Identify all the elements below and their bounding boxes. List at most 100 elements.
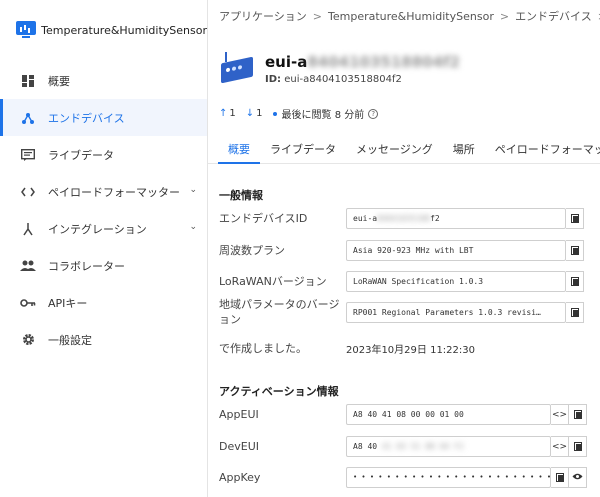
sidebar-item-live-data[interactable]: ライブデータ — [0, 136, 207, 173]
show-secret-button[interactable] — [569, 467, 587, 488]
copy-icon — [570, 307, 579, 317]
copy-icon — [570, 246, 579, 255]
downlink-count: 1 — [256, 108, 263, 119]
breadcrumb-applications[interactable]: アプリケーション — [219, 10, 307, 23]
deveui-label: DevEUI — [219, 440, 259, 453]
copy-button[interactable] — [569, 436, 587, 457]
breadcrumb: アプリケーション > Temperature&HumiditySensor > エンドデ… — [219, 8, 600, 24]
tab-overview[interactable]: 概要 — [208, 131, 260, 164]
app-logo-icon — [16, 21, 36, 39]
deveui-row: DevEUI A8 40 41 03 51 88 04 F2 <> — [219, 436, 600, 457]
end-device-id-field[interactable]: eui-a84041035188f2 — [346, 208, 566, 229]
tab-bar: 概要 ライブデータ メッセージング 場所 ペイロードフォーマッタ — [208, 131, 600, 164]
toggle-byte-order-button[interactable]: <> — [551, 436, 569, 457]
copy-icon — [573, 442, 582, 451]
uplink-count: 1 — [229, 108, 236, 119]
regional-params-label: 地域パラメータのバージョン — [219, 298, 340, 326]
sidebar-item-collaborators[interactable]: コラボレーター — [0, 247, 207, 284]
gear-icon — [20, 332, 36, 348]
status-dot — [272, 111, 277, 116]
sidebar-nav: 概要 エンドデバイス ライブデータ ペイロードフォーマッター ⌄ インテグレーシ… — [0, 62, 207, 358]
people-icon — [20, 258, 36, 274]
key-icon — [20, 295, 36, 311]
breadcrumb-application[interactable]: Temperature&HumiditySensor — [328, 10, 494, 23]
copy-icon — [573, 410, 582, 419]
device-name: eui-a8404103518804f2 — [265, 53, 460, 71]
appkey-row: AppKey • • • • • • • • • • • • • • • • •… — [219, 467, 600, 488]
appeui-field[interactable]: A8 40 41 08 00 00 01 00 — [346, 404, 551, 425]
arrow-down-icon: ↓ — [245, 108, 255, 119]
help-icon[interactable]: ? — [368, 108, 379, 119]
sidebar-item-api-keys[interactable]: APIキー — [0, 284, 207, 321]
sidebar-item-overview[interactable]: 概要 — [0, 62, 207, 99]
copy-button[interactable] — [551, 467, 569, 488]
tab-payload-formatters[interactable]: ペイロードフォーマッタ — [485, 131, 600, 163]
regional-params-row: 地域パラメータのバージョン RP001 Regional Parameters … — [219, 297, 600, 327]
device-icon — [219, 52, 255, 84]
device-id: ID: eui-a8404103518804f2 — [265, 74, 402, 85]
lorawan-version-row: LoRaWANバージョン LoRaWAN Specification 1.0.3 — [219, 271, 600, 292]
tab-messaging[interactable]: メッセージング — [346, 131, 443, 163]
copy-button[interactable] — [569, 404, 587, 425]
frequency-plan-label: 周波数プラン — [219, 244, 285, 257]
device-network-icon — [20, 110, 36, 126]
sidebar-item-label: エンドデバイス — [48, 111, 125, 125]
appeui-label: AppEUI — [219, 408, 259, 421]
device-header: eui-a8404103518804f2 ID: eui-a8404103518… — [219, 52, 460, 85]
regional-params-field[interactable]: RP001 Regional Parameters 1.0.3 revisi… — [346, 301, 566, 323]
sidebar-item-label: ペイロードフォーマッター — [48, 185, 180, 199]
copy-icon — [555, 473, 564, 482]
tab-live-data[interactable]: ライブデータ — [260, 131, 346, 163]
last-seen: 最後に閲覧 8 分前 — [281, 110, 365, 121]
app-title: Temperature&HumiditySensor — [41, 23, 207, 37]
dashboard-icon — [20, 73, 36, 89]
integration-icon — [20, 221, 36, 237]
activation-info-title: アクティベーション情報 — [219, 385, 339, 398]
created-value: 2023年10月29日 11:22:30 — [346, 345, 475, 356]
appkey-label: AppKey — [219, 471, 261, 484]
appeui-row: AppEUI A8 40 41 08 00 00 01 00 <> — [219, 404, 600, 425]
tab-location[interactable]: 場所 — [443, 131, 485, 163]
code-brackets-icon: <> — [551, 409, 568, 420]
eye-icon — [572, 473, 583, 483]
copy-button[interactable] — [566, 271, 584, 292]
end-device-id-label: エンドデバイスID — [219, 212, 308, 225]
app-header[interactable]: Temperature&HumiditySensor — [0, 0, 207, 60]
sidebar-item-label: 概要 — [48, 74, 70, 88]
sidebar-item-payload-formatters[interactable]: ペイロードフォーマッター ⌄ — [0, 173, 207, 210]
end-device-id-row: エンドデバイスID eui-a84041035188f2 — [219, 208, 600, 229]
lorawan-version-field[interactable]: LoRaWAN Specification 1.0.3 — [346, 271, 566, 292]
created-row: で作成しました。 2023年10月29日 11:22:30 — [219, 341, 600, 356]
chevron-down-icon[interactable]: ⌄ — [189, 185, 197, 195]
code-icon — [20, 184, 36, 200]
appkey-field[interactable]: • • • • • • • • • • • • • • • • • • • • … — [346, 467, 551, 488]
general-info-title: 一般情報 — [219, 189, 263, 202]
breadcrumb-separator-icon: > — [312, 10, 322, 23]
sidebar-item-label: 一般設定 — [48, 333, 92, 347]
copy-icon — [570, 277, 579, 286]
live-data-icon — [20, 147, 36, 163]
toggle-byte-order-button[interactable]: <> — [551, 404, 569, 425]
copy-button[interactable] — [566, 301, 584, 323]
sidebar-item-integrations[interactable]: インテグレーション ⌄ — [0, 210, 207, 247]
sidebar-item-end-devices[interactable]: エンドデバイス — [0, 99, 207, 136]
copy-icon — [570, 214, 579, 223]
copy-button[interactable] — [566, 240, 584, 261]
sidebar-item-label: ライブデータ — [48, 148, 114, 162]
lorawan-version-label: LoRaWANバージョン — [219, 275, 327, 288]
breadcrumb-separator-icon: > — [499, 10, 510, 23]
sidebar-item-general-settings[interactable]: 一般設定 — [0, 321, 207, 358]
arrow-up-icon: ↑ — [219, 108, 228, 119]
chevron-down-icon[interactable]: ⌄ — [189, 222, 197, 232]
code-brackets-icon: <> — [551, 441, 568, 452]
breadcrumb-end-devices[interactable]: エンドデバイス — [515, 10, 592, 23]
sidebar-item-label: インテグレーション — [48, 222, 147, 236]
sidebar-item-label: コラボレーター — [48, 259, 125, 273]
deveui-field[interactable]: A8 40 41 03 51 88 04 F2 — [346, 436, 551, 457]
frequency-plan-field[interactable]: Asia 920-923 MHz with LBT — [346, 240, 566, 261]
frequency-plan-row: 周波数プラン Asia 920-923 MHz with LBT — [219, 240, 600, 261]
traffic-stats: ↑ 1 ↓ 1 最後に閲覧 8 分前 ? — [219, 106, 379, 121]
copy-button[interactable] — [566, 208, 584, 229]
sidebar-item-label: APIキー — [48, 296, 88, 310]
sidebar: Temperature&HumiditySensor 概要 エンドデバイス ライ… — [0, 0, 208, 497]
